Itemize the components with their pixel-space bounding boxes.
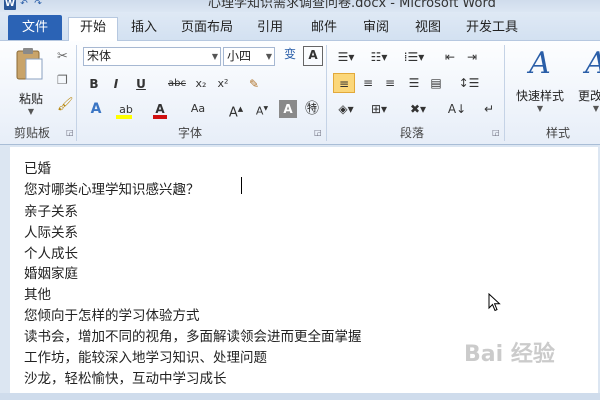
justify-button[interactable]: ☰ <box>404 73 424 93</box>
word-app-icon[interactable]: W <box>4 0 16 10</box>
text-effect-button[interactable]: A <box>86 99 106 119</box>
tab-mailings[interactable]: 邮件 <box>306 18 342 40</box>
underline-button[interactable]: U <box>132 74 150 94</box>
group-label-clipboard: 剪贴板 <box>13 126 50 140</box>
cut-icon[interactable]: ✂ <box>57 49 68 64</box>
numbering-button[interactable]: ☷▾ <box>366 47 392 67</box>
document-line: 个人成长 <box>24 246 78 262</box>
dialog-launcher-icon[interactable]: ◲ <box>314 128 322 137</box>
title-bar: W ↶ ↷ 心理学知识需求调查问卷.docx - Microsoft Word <box>0 0 600 12</box>
mouse-pointer-icon <box>488 293 501 312</box>
redo-icon[interactable]: ↷ <box>32 0 44 10</box>
document-line: 沙龙，轻松愉快，互动中学习成长 <box>24 371 227 387</box>
document-line: 婚姻家庭 <box>24 266 78 282</box>
increase-indent-button[interactable]: ⇥ <box>462 47 482 67</box>
document-line: 亲子关系 <box>24 204 78 220</box>
group-separator <box>76 45 77 141</box>
group-label-styles: 样式 <box>545 126 570 140</box>
paste-button[interactable]: 粘贴 ▼ <box>14 47 48 117</box>
change-styles-button[interactable]: A 更改样 ▼ <box>568 45 600 117</box>
font-color-button[interactable]: A <box>150 99 170 119</box>
multilevel-list-button[interactable]: ⁞☰▾ <box>400 47 428 67</box>
quick-access-toolbar: W ↶ ↷ <box>4 0 44 11</box>
change-styles-icon: A <box>568 45 600 83</box>
bullets-button[interactable]: ☰▾ <box>333 47 359 67</box>
group-separator <box>326 45 327 141</box>
tab-file[interactable]: 文件 <box>8 15 62 40</box>
grow-font-button[interactable]: A▲ <box>226 99 246 120</box>
document-line: 您对哪类心理学知识感兴趣？ <box>24 182 200 198</box>
group-label-font: 字体 <box>177 126 202 140</box>
clear-format-icon[interactable]: ✎ <box>244 74 264 94</box>
dialog-launcher-icon[interactable]: ◲ <box>492 128 500 137</box>
ribbon-tabs: 文件 开始 插入 页面布局 引用 邮件 审阅 视图 开发工具 <box>0 12 600 41</box>
document-line: 已婚 <box>24 161 51 177</box>
document-line: 人际关系 <box>24 225 78 241</box>
quick-styles-label: 快速样式 <box>515 89 564 103</box>
tab-references[interactable]: 引用 <box>252 18 288 40</box>
tab-view[interactable]: 视图 <box>410 18 446 40</box>
font-name-select[interactable]: 宋体 ▼ <box>83 47 221 66</box>
text-caret <box>241 177 242 194</box>
font-size-value: 小四 <box>227 49 252 63</box>
document-line: 您倾向于怎样的学习体验方式 <box>24 308 200 324</box>
dialog-launcher-icon[interactable]: ◲ <box>66 128 74 137</box>
shrink-font-button[interactable]: A▼ <box>252 99 272 119</box>
change-styles-label: 更改样 <box>577 89 600 103</box>
font-size-select[interactable]: 小四 ▼ <box>223 47 275 66</box>
strikethrough-button[interactable]: abc <box>166 74 188 94</box>
line-spacing-button[interactable]: ↕☰ <box>456 73 482 93</box>
superscript-button[interactable]: x² <box>214 74 232 94</box>
align-right-button[interactable]: ≡ <box>380 73 400 93</box>
subscript-button[interactable]: x₂ <box>192 74 210 94</box>
styles-icon: A <box>529 46 551 81</box>
watermark-logo: Bai 经验 <box>464 342 555 367</box>
format-painter-icon[interactable]: 🖌 <box>57 97 74 112</box>
character-border-button[interactable]: A <box>303 46 323 66</box>
status-bar <box>0 393 600 400</box>
align-center-button[interactable]: ≡ <box>358 73 378 93</box>
tab-home[interactable]: 开始 <box>68 17 118 41</box>
chevron-down-icon: ▼ <box>211 52 218 61</box>
phonetic-guide-button[interactable]: 变 <box>279 44 301 64</box>
italic-button[interactable]: I <box>108 74 124 94</box>
document-line: 工作坊，能较深入地学习知识、处理问题 <box>24 350 267 366</box>
group-label-paragraph: 段落 <box>399 126 424 140</box>
shading-button[interactable]: ◈▾ <box>333 99 359 119</box>
change-case-button[interactable]: Aa <box>186 99 210 119</box>
font-name-value: 宋体 <box>87 49 112 63</box>
decrease-indent-button[interactable]: ⇤ <box>440 47 460 67</box>
tab-developer[interactable]: 开发工具 <box>462 18 522 40</box>
group-separator <box>504 45 505 141</box>
show-marks-button[interactable]: ↵ <box>480 99 498 119</box>
tab-review[interactable]: 审阅 <box>358 18 394 40</box>
undo-icon[interactable]: ↶ <box>18 0 30 10</box>
document-line: 读书会，增加不同的视角，多面解读领会进而更全面掌握 <box>24 329 362 345</box>
chevron-down-icon: ▼ <box>592 104 600 113</box>
clipboard-icon <box>16 48 43 80</box>
borders-button[interactable]: ⊞▾ <box>366 99 392 119</box>
chevron-down-icon: ▼ <box>27 107 35 116</box>
bold-button[interactable]: B <box>86 74 102 94</box>
tab-page-layout[interactable]: 页面布局 <box>176 18 238 40</box>
chinese-layout-button[interactable]: ✖▾ <box>405 99 431 119</box>
ribbon: 粘贴 ▼ ✂ ❐ 🖌 剪贴板 ◲ 宋体 ▼ 小四 ▼ 变 A B I U abc… <box>0 41 600 145</box>
enclose-characters-button[interactable]: ㊕ <box>302 99 322 119</box>
distributed-button[interactable]: ▤ <box>426 73 446 93</box>
sort-button[interactable]: A↓ <box>446 99 468 119</box>
copy-icon[interactable]: ❐ <box>57 73 68 87</box>
paste-label: 粘贴 <box>18 92 43 106</box>
chevron-down-icon: ▼ <box>536 104 544 113</box>
chevron-down-icon: ▼ <box>265 52 272 61</box>
window-title: 心理学知识需求调查问卷.docx - Microsoft Word <box>208 0 496 11</box>
character-shading-button[interactable]: A <box>279 100 297 118</box>
highlight-button[interactable]: ab <box>114 99 138 119</box>
align-left-button[interactable]: ≡ <box>333 73 355 93</box>
document-line: 其他 <box>24 287 51 303</box>
quick-styles-button[interactable]: A 快速样式 ▼ <box>512 45 568 117</box>
tab-insert[interactable]: 插入 <box>124 18 164 40</box>
